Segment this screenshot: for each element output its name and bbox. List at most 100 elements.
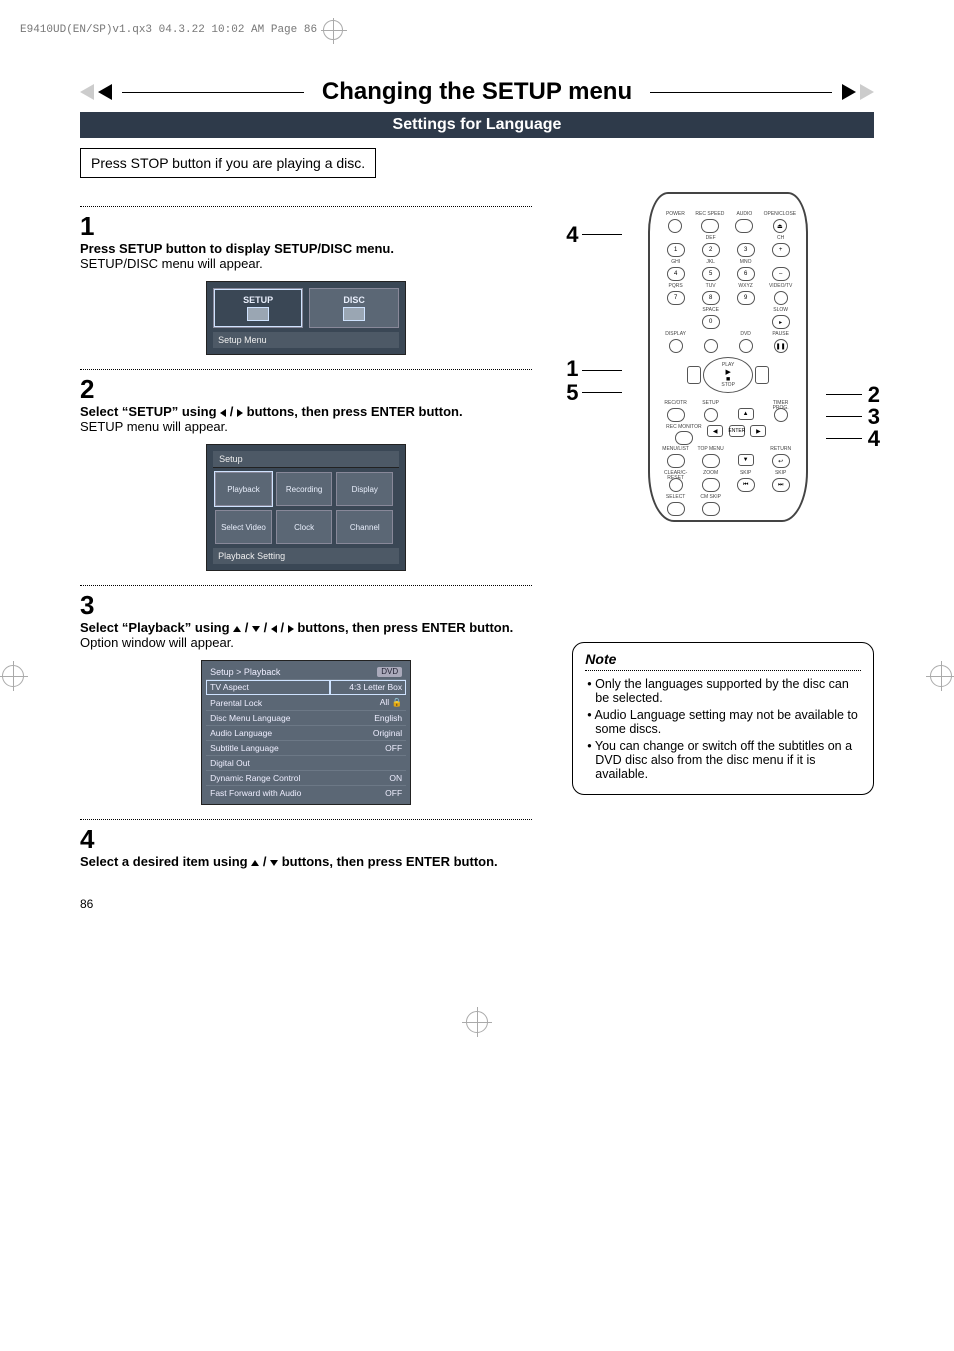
osd-playback-options: Setup > Playback DVD TV Aspect4:3 Letter… — [201, 660, 411, 805]
slug-text: E9410UD(EN/SP)v1.qx3 04.3.22 10:02 AM Pa… — [20, 24, 317, 36]
fast-forward-button[interactable] — [755, 366, 769, 384]
remote-diagram: 4 1 5 2 3 4 POWER REC SPEED AUDIO — [572, 192, 874, 522]
cm-skip-button[interactable] — [702, 502, 720, 516]
slow-button[interactable]: ▸ — [772, 315, 790, 329]
setup-sliders-icon — [247, 307, 269, 321]
rec-monitor-button[interactable] — [675, 431, 693, 445]
osd-header: Setup — [213, 451, 399, 468]
up-arrow-icon — [251, 860, 259, 866]
print-slug: E9410UD(EN/SP)v1.qx3 04.3.22 10:02 AM Pa… — [20, 20, 934, 40]
step-number: 2 — [80, 376, 532, 402]
enter-button[interactable]: ENTER — [729, 425, 745, 437]
page-number: 86 — [80, 897, 532, 911]
nav-down-button[interactable]: ▼ — [738, 454, 754, 466]
left-arrow-icon — [220, 409, 226, 417]
page-title: Changing the SETUP menu — [314, 78, 640, 106]
timer-prog-button[interactable] — [774, 408, 788, 422]
right-arrow-icon — [288, 625, 294, 633]
lock-icon: 🔒 — [392, 697, 403, 707]
note-box: Note • Only the languages supported by t… — [572, 642, 874, 795]
digit-7-button[interactable]: 7 — [667, 291, 685, 305]
osd-caption: Playback Setting — [213, 548, 399, 564]
digit-4-button[interactable]: 4 — [667, 267, 685, 281]
return-button[interactable]: ↩ — [772, 454, 790, 468]
select-button[interactable] — [667, 502, 685, 516]
callout-number: 4 — [868, 426, 880, 452]
down-arrow-icon — [252, 626, 260, 632]
note-heading: Note — [585, 651, 861, 667]
clear-button[interactable] — [669, 478, 683, 492]
digit-9-button[interactable]: 9 — [737, 291, 755, 305]
osd-breadcrumb: Setup > Playback — [210, 667, 280, 677]
page-title-bar: Changing the SETUP menu — [80, 78, 874, 106]
zoom-button[interactable] — [702, 478, 720, 492]
disc-icon — [343, 307, 365, 321]
down-arrow-icon — [270, 860, 278, 866]
digit-3-button[interactable]: 3 — [737, 243, 755, 257]
ch-down-button[interactable]: – — [772, 267, 790, 281]
nav-up-button[interactable]: ▲ — [738, 408, 754, 420]
osd-tile: Recording — [276, 472, 333, 506]
note-item: • You can change or switch off the subti… — [585, 739, 861, 781]
right-arrow-icon — [237, 409, 243, 417]
ch-up-button[interactable]: + — [772, 243, 790, 257]
step-subtext: SETUP menu will appear. — [80, 419, 532, 434]
rewind-button[interactable] — [687, 366, 701, 384]
section-subtitle: Settings for Language — [80, 112, 874, 138]
dpad: PLAY ▶ ■ STOP — [693, 357, 763, 397]
osd-tile-setup: SETUP — [213, 288, 303, 328]
osd-tile: Display — [336, 472, 393, 506]
pause-button[interactable]: ❚❚ — [774, 339, 788, 353]
osd-tile: Clock — [276, 510, 333, 544]
osd-tile: Select Video — [215, 510, 272, 544]
top-menu-button[interactable] — [702, 454, 720, 468]
digit-0-button[interactable]: 0 — [702, 315, 720, 329]
osd-caption: Setup Menu — [213, 332, 399, 348]
setup-button[interactable] — [704, 408, 718, 422]
step-heading: Press SETUP button to display SETUP/DISC… — [80, 241, 532, 256]
audio-button[interactable] — [735, 219, 753, 233]
precondition-note: Press STOP button if you are playing a d… — [80, 148, 376, 178]
note-item: • Only the languages supported by the di… — [585, 677, 861, 705]
digit-5-button[interactable]: 5 — [702, 267, 720, 281]
digit-8-button[interactable]: 8 — [702, 291, 720, 305]
video-tv-button[interactable] — [774, 291, 788, 305]
chevron-right-icon — [842, 84, 856, 100]
osd-setup-disc: SETUP DISC Setup Menu — [206, 281, 406, 355]
osd-options-table: TV Aspect4:3 Letter Box Parental LockAll… — [206, 679, 406, 800]
chevron-right-icon — [860, 84, 874, 100]
rec-speed-button[interactable] — [701, 219, 719, 233]
step-heading: Select a desired item using / buttons, t… — [80, 854, 532, 869]
digit-6-button[interactable]: 6 — [737, 267, 755, 281]
crop-mark-icon — [323, 20, 343, 40]
power-button[interactable] — [668, 219, 682, 233]
step-number: 4 — [80, 826, 532, 852]
nav-left-button[interactable]: ◀ — [707, 425, 723, 437]
digit-2-button[interactable]: 2 — [702, 243, 720, 257]
rec-otr-button[interactable] — [667, 408, 685, 422]
display-button[interactable] — [669, 339, 683, 353]
osd-media-badge: DVD — [377, 667, 402, 677]
step-number: 3 — [80, 592, 532, 618]
osd-tile: Playback — [215, 472, 272, 506]
left-arrow-icon — [271, 625, 277, 633]
menu-list-button[interactable] — [667, 454, 685, 468]
step-heading: Select “SETUP” using / buttons, then pre… — [80, 404, 532, 419]
dvd-button[interactable] — [739, 339, 753, 353]
chevron-left-icon — [98, 84, 112, 100]
play-stop-ring[interactable]: PLAY ▶ ■ STOP — [703, 357, 753, 393]
step-subtext: Option window will appear. — [80, 635, 532, 650]
generic-button[interactable] — [704, 339, 718, 353]
osd-tile: Channel — [336, 510, 393, 544]
skip-back-button[interactable]: ⏮ — [737, 478, 755, 492]
step-heading: Select “Playback” using / / / buttons, t… — [80, 620, 532, 635]
skip-fwd-button[interactable]: ⏭ — [772, 478, 790, 492]
open-close-button[interactable]: ⏏ — [773, 219, 787, 233]
callout-number: 4 — [566, 222, 578, 248]
digit-1-button[interactable]: 1 — [667, 243, 685, 257]
nav-right-button[interactable]: ▶ — [750, 425, 766, 437]
osd-setup-menu: Setup Playback Recording Display Select … — [206, 444, 406, 571]
up-arrow-icon — [233, 626, 241, 632]
callout-number: 5 — [566, 380, 578, 406]
step-number: 1 — [80, 213, 532, 239]
